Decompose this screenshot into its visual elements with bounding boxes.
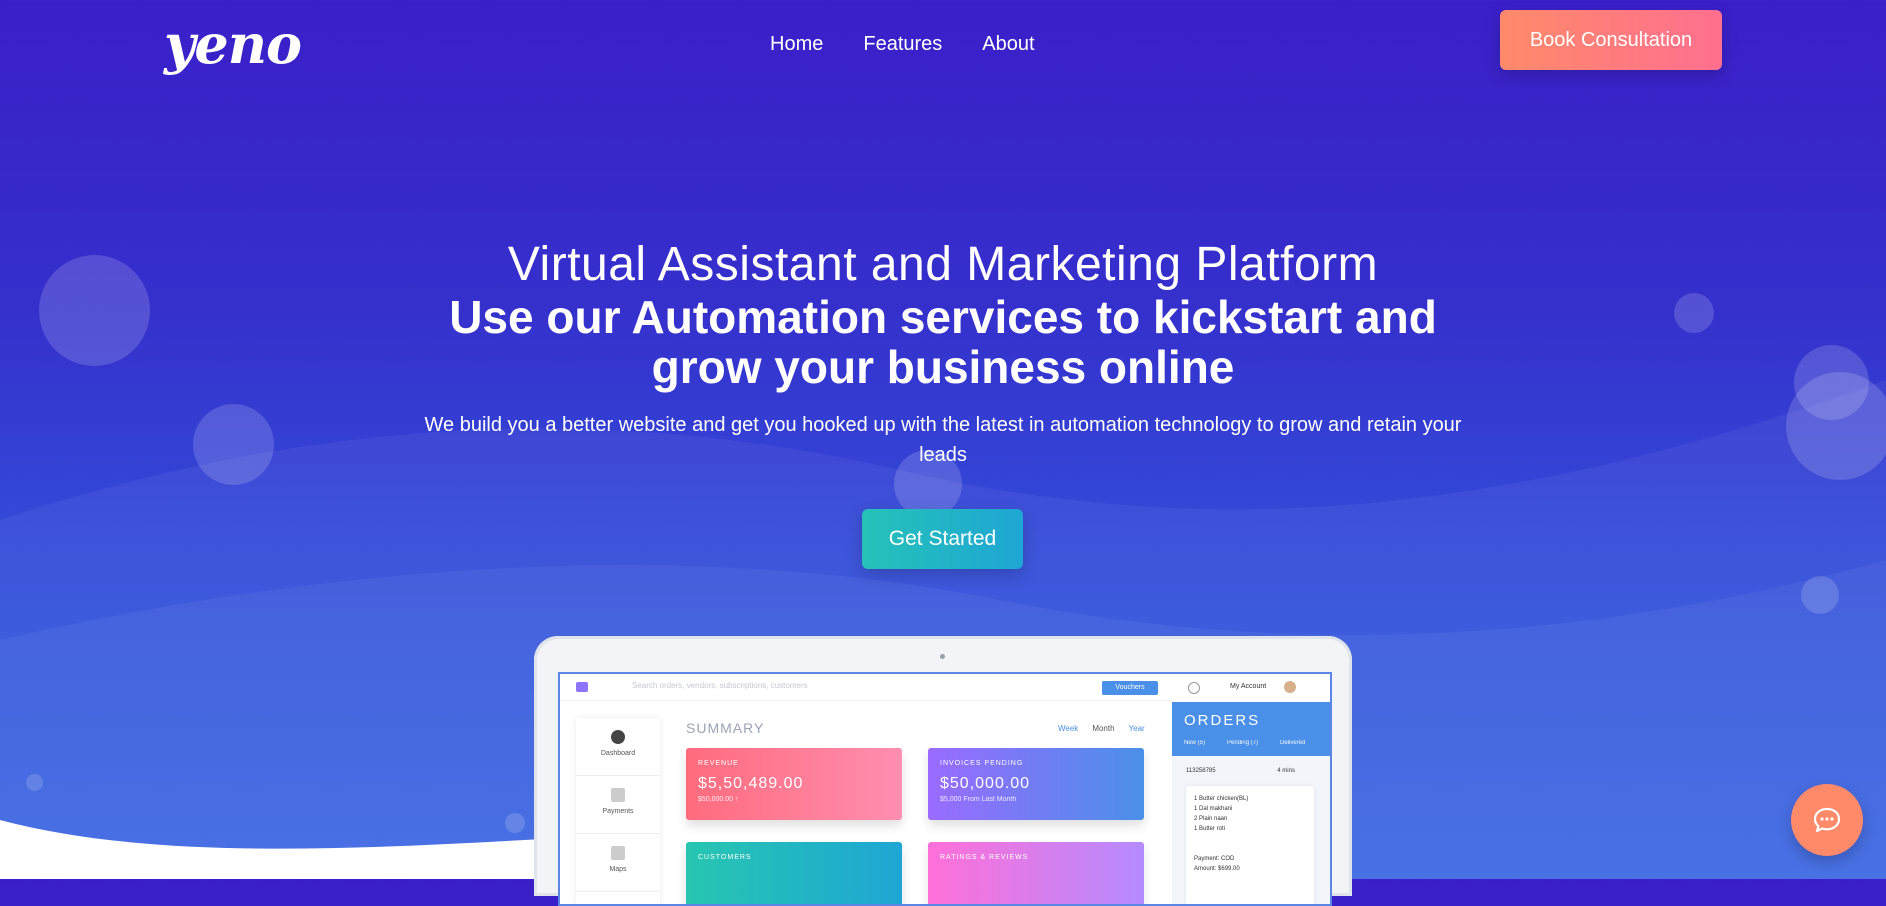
nav-item-about[interactable]: About bbox=[982, 30, 1034, 58]
sidebar-label: Maps bbox=[609, 866, 627, 873]
payment-label: Payment: bbox=[1194, 856, 1220, 862]
dashboard-sidebar-item: Maps bbox=[576, 834, 660, 892]
order-item: 1 Dal makhani bbox=[1194, 806, 1233, 812]
decorative-bubble bbox=[193, 404, 274, 485]
laptop-mockup: Search orders, vendors, subscriptions, c… bbox=[534, 636, 1352, 906]
ratings-card: RATINGS & REVIEWS bbox=[928, 842, 1144, 904]
camera-dot bbox=[940, 654, 945, 659]
hero-heading-bold: Use our Automation services to kickstart… bbox=[0, 292, 1886, 392]
order-item: 1 Butter chicken(BL) bbox=[1194, 796, 1249, 802]
sidebar-label: Dashboard bbox=[600, 750, 636, 757]
dashboard-topbar: Search orders, vendors, subscriptions, c… bbox=[560, 674, 1172, 701]
amount-row: Amount: $699.00 bbox=[1194, 864, 1306, 874]
orders-tab-delivered: Delivered bbox=[1280, 740, 1306, 746]
order-item: 2 Plain naan bbox=[1194, 816, 1228, 822]
maps-icon bbox=[611, 846, 625, 860]
payments-icon bbox=[611, 788, 625, 802]
dashboard-sidebar-item: Payments bbox=[576, 776, 660, 834]
payment-value: COD bbox=[1221, 856, 1235, 862]
dashboard-sidebar-item: Dashboard bbox=[576, 718, 660, 776]
sidebar-label: Payments bbox=[602, 808, 634, 815]
customers-card: CUSTOMERS bbox=[686, 842, 902, 904]
period-month: Month bbox=[1092, 724, 1115, 733]
card-title: RATINGS & REVIEWS bbox=[940, 854, 1029, 861]
chat-bubble-icon bbox=[1813, 807, 1841, 833]
orders-panel: ORDERS New (5) Pending (7) Delivered 113… bbox=[1172, 702, 1330, 904]
get-started-button[interactable]: Get Started bbox=[862, 509, 1023, 569]
period-selector: Week Month Year bbox=[1058, 724, 1145, 733]
hero-heading-light: Virtual Assistant and Marketing Platform bbox=[507, 238, 1379, 291]
hero-subtext: We build you a better website and get yo… bbox=[424, 414, 1462, 466]
main-nav: Home Features About bbox=[770, 30, 1035, 58]
card-value: $50,000.00 bbox=[940, 775, 1031, 792]
summary-title: SUMMARY bbox=[686, 720, 765, 736]
chat-button[interactable] bbox=[1791, 784, 1863, 856]
card-value: $5,50,489.00 bbox=[698, 775, 804, 792]
period-year: Year bbox=[1128, 724, 1145, 733]
card-sub: $50,000.00 ↑ bbox=[698, 796, 739, 803]
card-title: INVOICES PENDING bbox=[940, 760, 1024, 767]
card-title: REVENUE bbox=[698, 760, 739, 767]
nav-item-features[interactable]: Features bbox=[863, 30, 942, 58]
period-week: Week bbox=[1058, 724, 1079, 733]
orders-tab-new: New (5) bbox=[1184, 740, 1206, 746]
orders-tabs: New (5) Pending (7) Delivered bbox=[1184, 740, 1305, 746]
card-sub: $5,000 From Last Month bbox=[940, 796, 1017, 803]
invoices-card: INVOICES PENDING $50,000.00 $5,000 From … bbox=[928, 748, 1144, 820]
amount-value: $699.00 bbox=[1218, 866, 1240, 872]
dashboard-search: Search orders, vendors, subscriptions, c… bbox=[632, 681, 808, 690]
payment-row: Payment: COD bbox=[1194, 854, 1306, 864]
dashboard-screenshot: Search orders, vendors, subscriptions, c… bbox=[558, 672, 1332, 906]
dashboard-account-bar: My Account bbox=[1174, 674, 1330, 700]
brand-logo[interactable]: yeno bbox=[164, 14, 302, 74]
book-consultation-button[interactable]: Book Consultation bbox=[1500, 10, 1722, 70]
decorative-bubble bbox=[1801, 576, 1839, 614]
card-title: CUSTOMERS bbox=[698, 854, 752, 861]
order-item: 1 Butter roti bbox=[1194, 826, 1226, 832]
my-account-label: My Account bbox=[1230, 683, 1267, 690]
dashboard-sidebar: Dashboard Payments Maps bbox=[576, 718, 660, 904]
decorative-bubble bbox=[505, 813, 525, 833]
order-time: 4 mins bbox=[1277, 768, 1295, 774]
order-row: 113258785 4 mins bbox=[1186, 768, 1295, 774]
dashboard-logo-icon bbox=[576, 682, 588, 692]
orders-tab-pending: Pending (7) bbox=[1227, 740, 1259, 746]
avatar bbox=[1284, 681, 1296, 693]
order-id: 113258785 bbox=[1186, 768, 1216, 774]
bell-icon bbox=[1188, 682, 1200, 694]
vouchers-badge: Vouchers bbox=[1102, 681, 1158, 695]
decorative-bubble bbox=[26, 774, 43, 791]
amount-label: Amount: bbox=[1194, 866, 1217, 872]
dashboard-icon bbox=[611, 730, 625, 744]
revenue-card: REVENUE $5,50,489.00 $50,000.00 ↑ bbox=[686, 748, 902, 820]
order-details: 1 Butter chicken(BL) 1 Dal makhani 2 Pla… bbox=[1186, 786, 1314, 904]
orders-title: ORDERS bbox=[1184, 712, 1261, 729]
orders-list: 113258785 4 mins 1 Butter chicken(BL) 1 … bbox=[1172, 756, 1330, 904]
hero-heading-bold-text: Use our Automation services to kickstart… bbox=[449, 291, 1437, 393]
nav-item-home[interactable]: Home bbox=[770, 30, 823, 58]
